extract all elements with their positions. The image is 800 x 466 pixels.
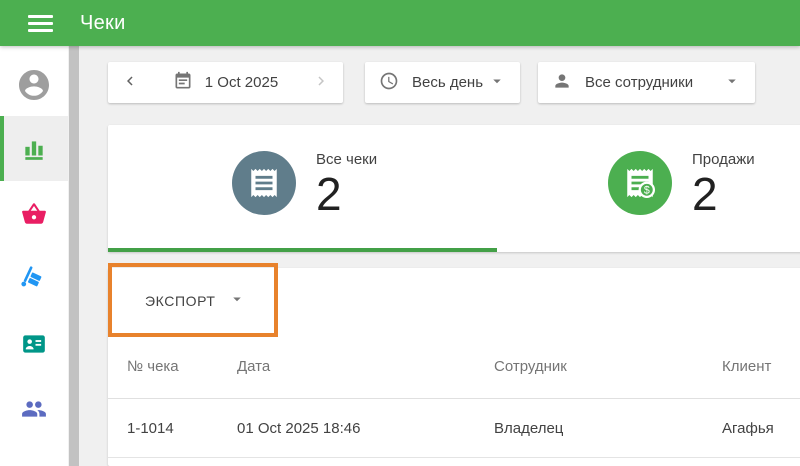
app-window: Чеки: [0, 0, 800, 466]
sidebar-item-customers[interactable]: [0, 311, 68, 376]
chevron-down-icon: [488, 72, 506, 94]
person-icon: [552, 71, 572, 95]
receipt-icon: [232, 151, 296, 215]
receipt-dollar-icon: $: [608, 151, 672, 215]
date-picker[interactable]: 1 Oct 2025: [108, 62, 343, 103]
calendar-icon: [173, 71, 193, 95]
sidebar-item-reports[interactable]: [0, 116, 68, 181]
table-row[interactable]: 1-1014 01 Oct 2025 18:46 Владелец Агафья: [108, 399, 800, 458]
table-header-row: № чека Дата Сотрудник Клиент: [108, 334, 800, 399]
sidebar-item-profile[interactable]: [0, 54, 68, 116]
stat-value: 2: [316, 172, 377, 216]
time-range-dropdown[interactable]: Весь день: [365, 62, 520, 103]
scrollbar-thumb[interactable]: [69, 46, 79, 466]
sidebar-item-items[interactable]: [0, 181, 68, 246]
page-title: Чеки: [80, 12, 126, 35]
cell-date: 01 Oct 2025 18:46: [237, 420, 494, 437]
receipts-table-card: ЭКСПОРТ № чека Дата Сотрудник Клиент 1-1…: [108, 268, 800, 466]
column-header-employee: Сотрудник: [494, 358, 722, 375]
summary-card: Все чеки 2 $ Продажи 2: [108, 125, 800, 252]
tab-all-receipts[interactable]: Все чеки 2: [232, 151, 377, 216]
cell-receipt-no: 1-1014: [127, 420, 237, 437]
export-button-label: ЭКСПОРТ: [145, 293, 216, 309]
chevron-left-icon[interactable]: [121, 72, 139, 94]
cell-employee: Владелец: [494, 420, 722, 437]
chevron-right-icon[interactable]: [312, 72, 330, 94]
clock-icon: [379, 71, 399, 95]
menu-icon[interactable]: [28, 11, 53, 36]
filter-bar: 1 Oct 2025 Весь день: [108, 62, 755, 103]
column-header-client: Клиент: [722, 358, 800, 375]
active-tab-indicator: [108, 248, 497, 252]
chevron-down-icon: [228, 290, 246, 313]
people-icon: [21, 396, 47, 422]
sidebar: [0, 46, 68, 466]
shopping-basket-icon: [21, 201, 47, 227]
time-range-value: Весь день: [412, 74, 483, 91]
sidebar-item-inventory[interactable]: [0, 246, 68, 311]
hand-truck-icon: [21, 266, 47, 292]
tab-sales[interactable]: $ Продажи 2: [608, 151, 755, 216]
stat-label: Все чеки: [316, 151, 377, 168]
sidebar-scrollbar: [68, 46, 80, 466]
account-circle-icon: [16, 67, 52, 103]
cell-client: Агафья: [722, 420, 800, 437]
main-content: 1 Oct 2025 Весь день: [80, 46, 800, 466]
stat-label: Продажи: [692, 151, 755, 168]
app-header: Чеки: [0, 0, 800, 46]
chevron-down-icon: [723, 72, 741, 94]
date-value: 1 Oct 2025: [205, 74, 278, 91]
export-button[interactable]: ЭКСПОРТ: [145, 290, 246, 313]
bar-chart-icon: [21, 136, 47, 162]
sidebar-item-employees[interactable]: [0, 376, 68, 441]
column-header-date: Дата: [237, 358, 494, 375]
svg-text:$: $: [644, 184, 650, 196]
column-header-receipt-no: № чека: [127, 358, 237, 375]
contact-card-icon: [21, 331, 47, 357]
stat-value: 2: [692, 172, 755, 216]
employees-value: Все сотрудники: [585, 74, 693, 91]
employees-dropdown[interactable]: Все сотрудники: [538, 62, 755, 103]
table-toolbar: ЭКСПОРТ: [108, 268, 800, 334]
